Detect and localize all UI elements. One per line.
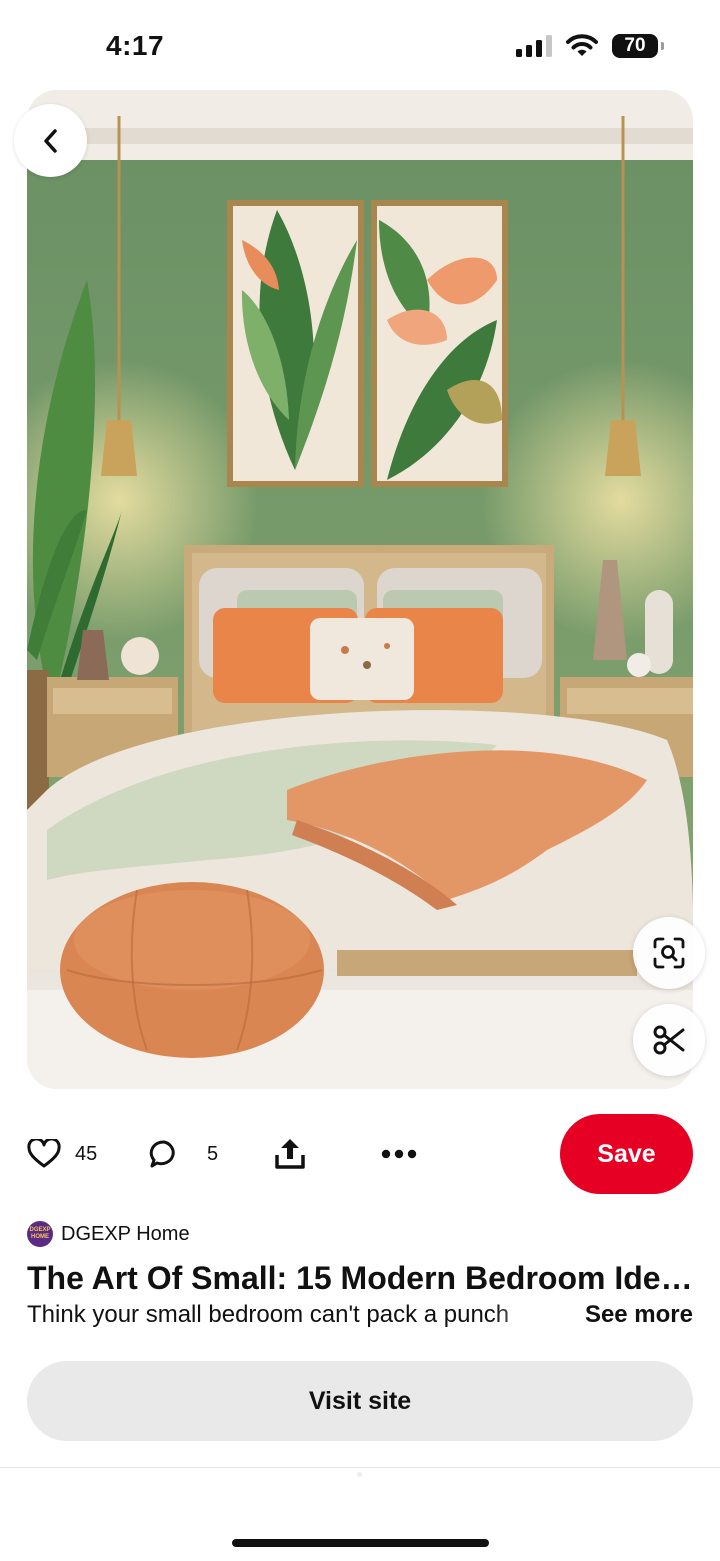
chevron-left-icon [43, 128, 57, 153]
visual-search-icon [653, 937, 685, 969]
save-button[interactable]: Save [560, 1114, 693, 1194]
like-button[interactable]: 45 [27, 1114, 97, 1194]
comment-button[interactable]: 5 [149, 1114, 218, 1194]
back-button[interactable] [14, 104, 87, 177]
like-count: 45 [75, 1142, 98, 1165]
battery-level: 70 [624, 35, 646, 56]
comment-count: 5 [207, 1142, 219, 1165]
heart-icon [27, 1139, 61, 1168]
pin-action-bar: 45 5 Save [27, 1114, 693, 1194]
battery-indicator: 70 [612, 34, 664, 58]
creator-link[interactable]: DGEXP HOME DGEXP Home [27, 1221, 190, 1247]
pin-title: The Art Of Small: 15 Modern Bedroom Idea… [27, 1260, 695, 1296]
divider [0, 1467, 720, 1468]
creator-name: DGEXP Home [61, 1222, 190, 1245]
scissors-icon [653, 1025, 685, 1055]
creator-avatar: DGEXP HOME [27, 1221, 53, 1247]
more-dots-icon [381, 1149, 417, 1159]
home-indicator[interactable] [232, 1539, 489, 1547]
bedroom-illustration [27, 90, 693, 1089]
cutout-button[interactable] [633, 1004, 705, 1076]
status-icons: 70 [516, 34, 664, 58]
pin-description-row: Think your small bedroom can't pack a pu… [27, 1301, 693, 1335]
comment-icon [149, 1140, 175, 1168]
page-dot-indicator [357, 1472, 362, 1477]
pin-image[interactable] [27, 90, 693, 1089]
share-button[interactable] [273, 1114, 307, 1194]
see-more-link[interactable]: See more [585, 1301, 693, 1329]
creator-avatar-text: DGEXP HOME [29, 1227, 51, 1240]
visit-site-button[interactable]: Visit site [27, 1361, 693, 1441]
more-options-button[interactable] [381, 1114, 417, 1194]
wifi-icon [566, 34, 598, 56]
status-time: 4:17 [106, 30, 165, 61]
visual-search-button[interactable] [633, 917, 705, 989]
share-icon [275, 1139, 305, 1169]
pin-description: Think your small bedroom can't pack a pu… [27, 1301, 510, 1328]
cellular-signal-icon [516, 35, 552, 57]
